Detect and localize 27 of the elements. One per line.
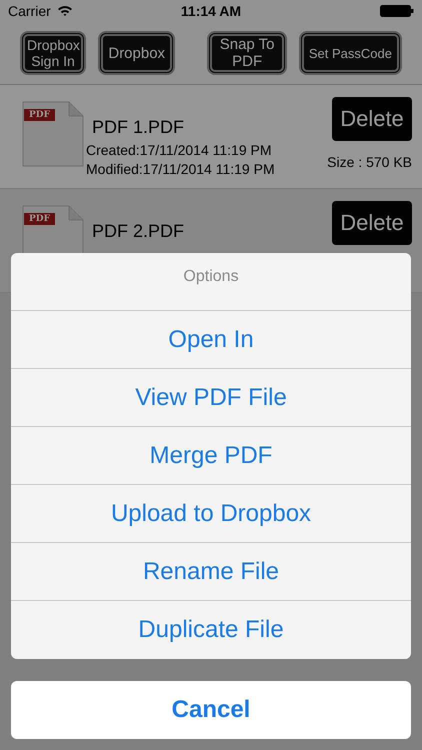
toolbar-button[interactable]: Dropbox Sign In — [20, 31, 86, 75]
action-item[interactable]: Merge PDF — [11, 427, 411, 485]
modified-date: Modified:17/11/2014 11:19 PM — [86, 160, 275, 179]
action-item[interactable]: Upload to Dropbox — [11, 485, 411, 543]
delete-button[interactable]: Delete — [332, 201, 412, 245]
toolbar-button[interactable]: Snap To PDF — [207, 31, 287, 75]
action-item[interactable]: Rename File — [11, 543, 411, 601]
file-name: PDF 1.PDF — [92, 117, 186, 138]
created-date: Created:17/11/2014 11:19 PM — [86, 141, 272, 160]
delete-button[interactable]: Delete — [332, 97, 412, 141]
battery-icon — [380, 5, 414, 17]
action-item[interactable]: Duplicate File — [11, 601, 411, 659]
pdf-tag: PDF — [24, 109, 55, 121]
sheet-title: Options — [11, 253, 411, 311]
file-icon — [22, 101, 84, 167]
wifi-icon — [56, 5, 73, 17]
file-size: Size : 570 KB — [327, 153, 412, 172]
pdf-tag: PDF — [24, 213, 55, 225]
action-item[interactable]: View PDF File — [11, 369, 411, 427]
toolbar-button[interactable]: Dropbox — [98, 31, 176, 75]
carrier-label: Carrier — [8, 3, 51, 19]
file-row[interactable]: PDF PDF 1.PDF Created:17/11/2014 11:19 PM Modified:17/11/2014 11:19 PM Delete Size : 570 KB — [0, 85, 422, 189]
clock-time: 11:14 AM — [180, 3, 242, 19]
toolbar-button[interactable]: Set PassCode — [298, 31, 402, 75]
file-name: PDF 2.PDF — [92, 221, 184, 242]
cancel-button[interactable]: Cancel — [11, 681, 411, 739]
action-item[interactable]: Open In — [11, 311, 411, 369]
